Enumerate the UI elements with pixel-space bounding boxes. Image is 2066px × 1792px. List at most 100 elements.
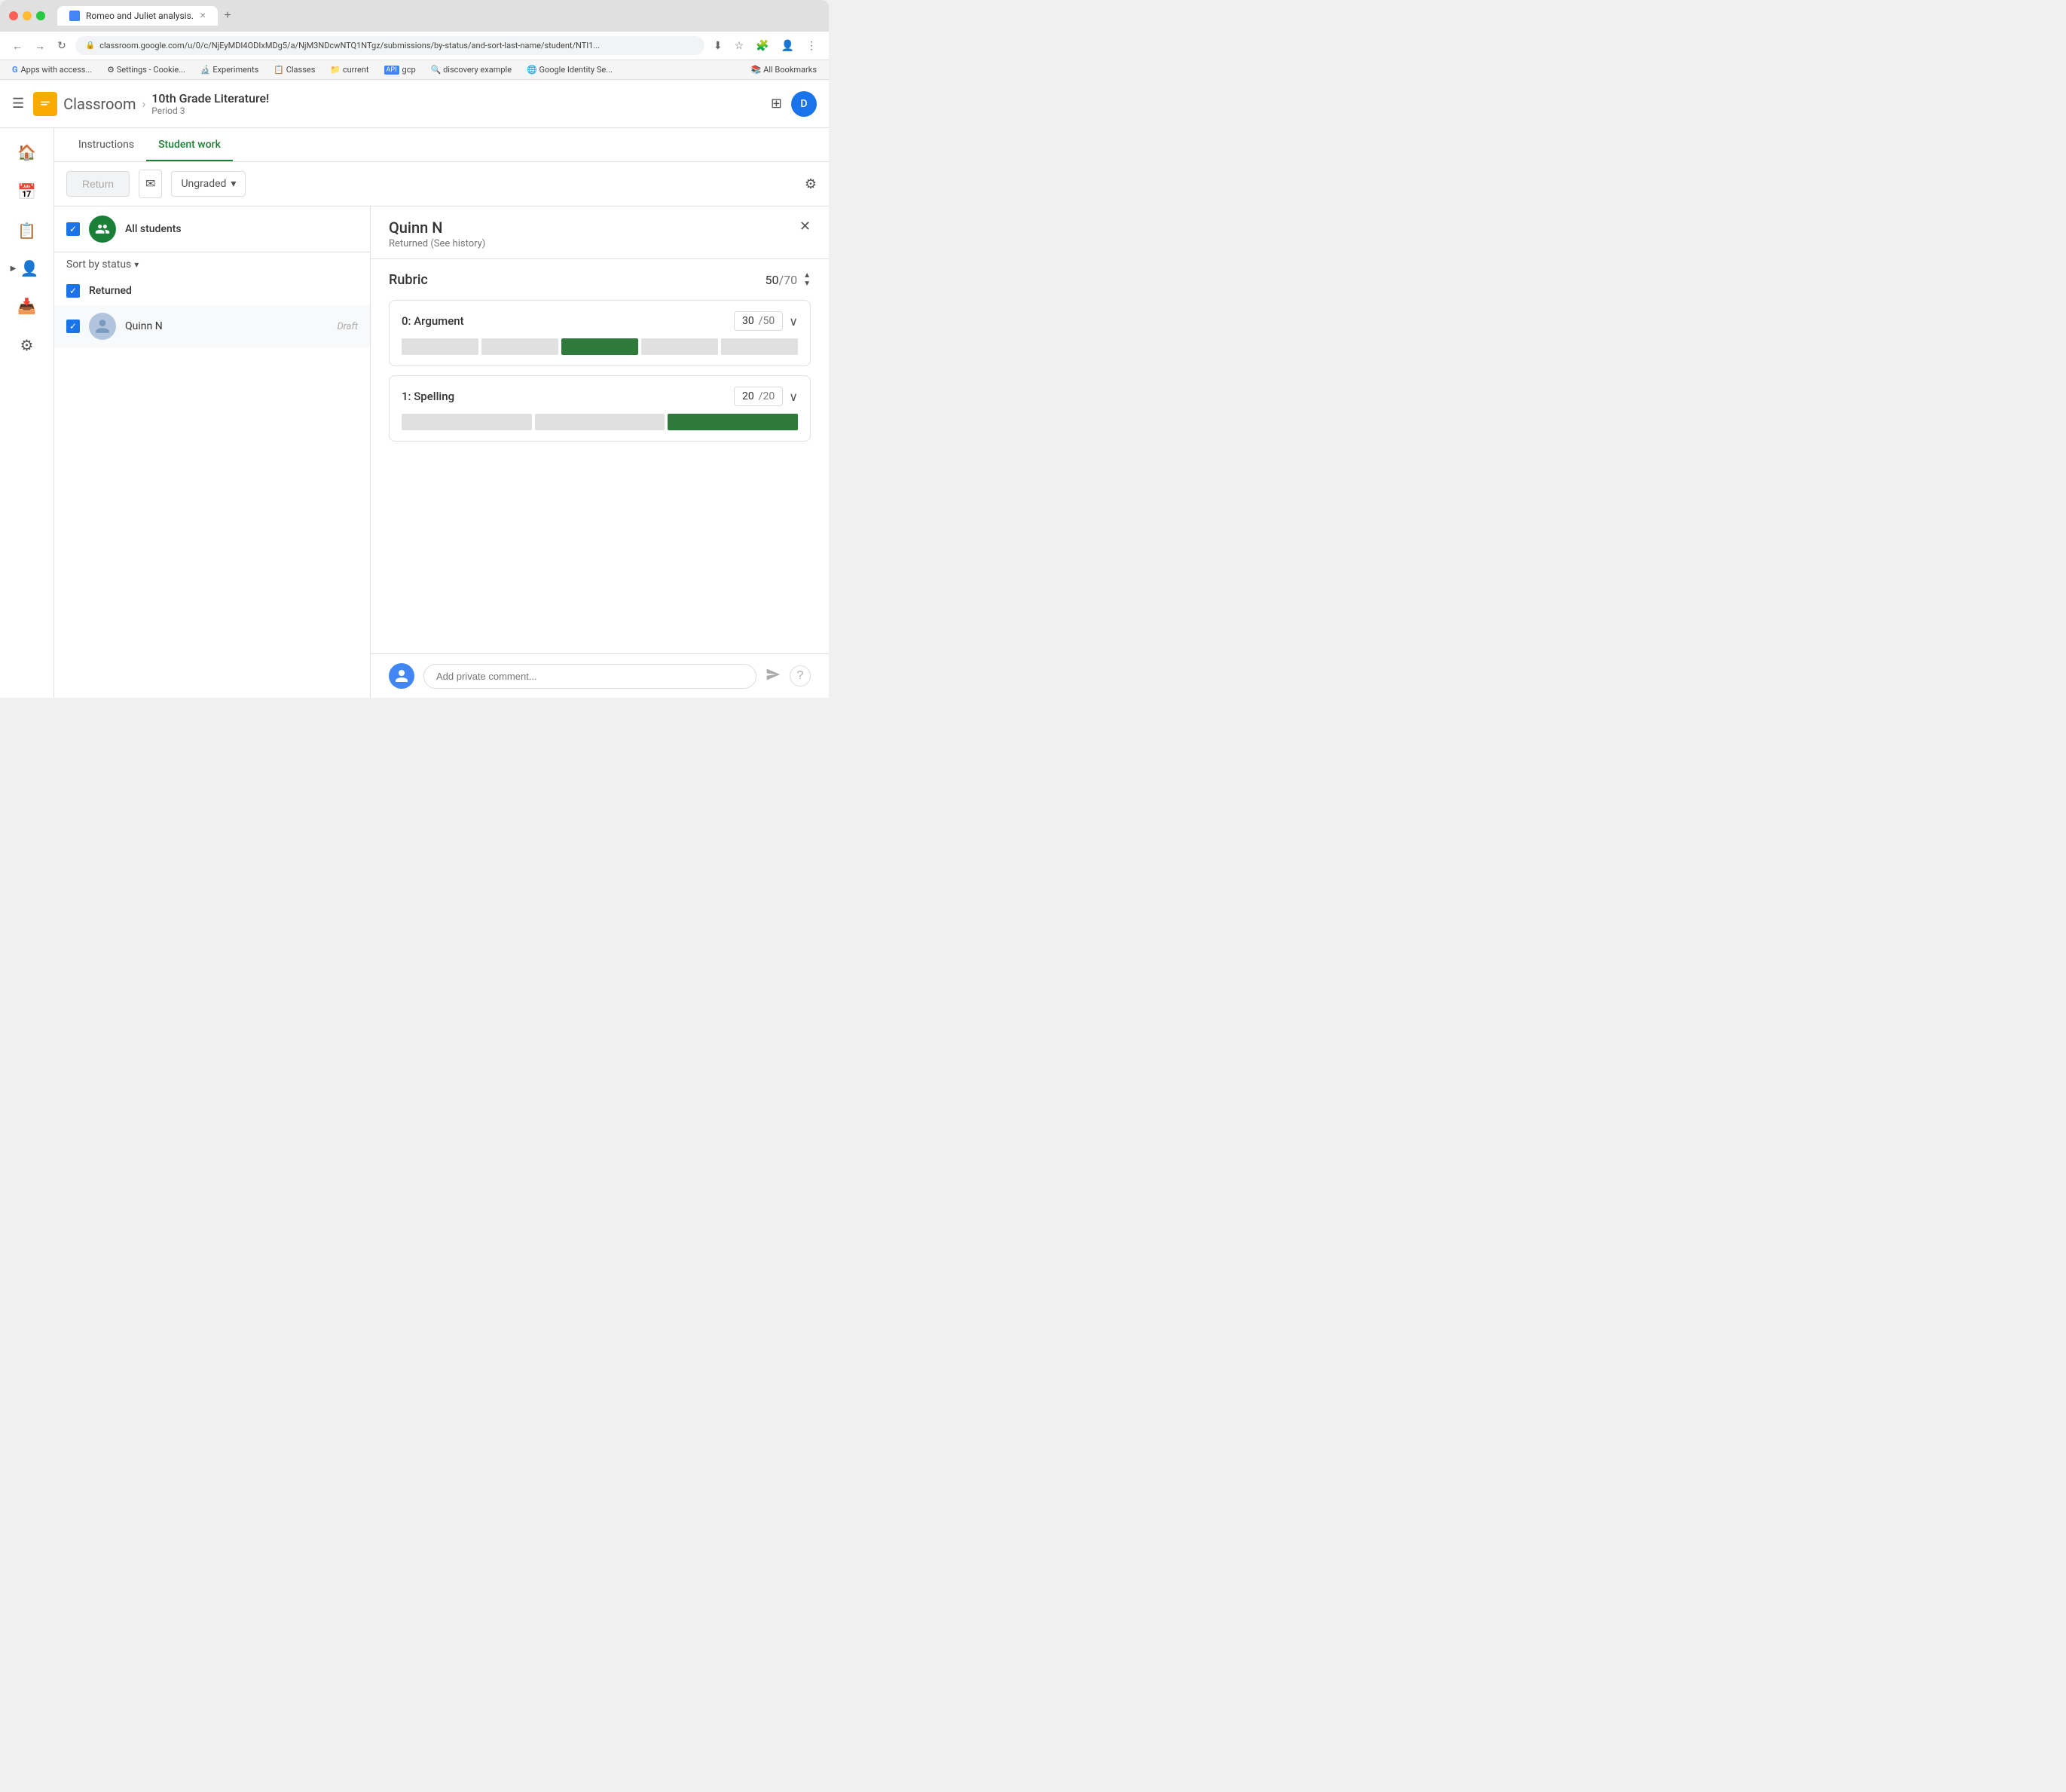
header-right: ⊞ D <box>771 91 817 117</box>
rubric-section: Rubric 50/70 ▲ ▼ <box>371 259 829 653</box>
menu-button[interactable]: ⋮ <box>803 36 820 55</box>
criterion-spelling-bar <box>402 414 798 430</box>
toolbar-settings-icon[interactable]: ⚙ <box>805 176 817 192</box>
user-avatar[interactable]: D <box>791 91 817 117</box>
email-button[interactable]: ✉ <box>139 170 162 198</box>
checkbox-check-icon: ✓ <box>69 224 77 234</box>
new-tab-button[interactable]: + <box>218 6 237 26</box>
minimize-traffic-light[interactable] <box>23 11 32 20</box>
comment-area: ? <box>371 653 829 698</box>
stepper-up-icon[interactable]: ▲ <box>803 271 811 280</box>
spelling-bar-seg-1 <box>535 414 665 430</box>
criterion-spelling-header: 1: Spelling 20/20 ∨ <box>402 387 798 406</box>
spelling-bar-seg-2-active[interactable] <box>668 414 798 430</box>
comment-input[interactable] <box>423 664 756 689</box>
criterion-spelling-expand-icon[interactable]: ∨ <box>789 390 798 404</box>
bookmark-apps[interactable]: G Apps with access... <box>9 63 95 76</box>
content-area: Instructions Student work Return ✉ Ungra… <box>54 128 829 698</box>
criterion-argument-expand-icon[interactable]: ∨ <box>789 314 798 329</box>
bookmark-button[interactable]: ☆ <box>732 36 747 55</box>
sort-dropdown-arrow-icon[interactable]: ▾ <box>134 259 139 270</box>
tab-student-work[interactable]: Student work <box>146 128 233 161</box>
sidebar-item-settings[interactable]: ⚙ <box>9 327 45 363</box>
profile-button[interactable]: 👤 <box>778 36 797 55</box>
all-students-label: All students <box>125 223 182 235</box>
browser-nav: ← → ↻ 🔒 classroom.google.com/u/0/c/NjEyM… <box>0 32 829 60</box>
bar-seg-2-active[interactable] <box>561 338 638 355</box>
hamburger-menu[interactable]: ☰ <box>12 96 24 112</box>
sidebar-item-archive[interactable]: 📥 <box>9 288 45 324</box>
app-header: ☰ Classroom › 10th Grade Literature! Per… <box>0 80 829 128</box>
returned-checkbox-check-icon: ✓ <box>69 286 77 296</box>
course-title[interactable]: 10th Grade Literature! <box>151 91 269 106</box>
dropdown-arrow-icon: ▾ <box>231 178 236 190</box>
criterion-spelling-name: 1: Spelling <box>402 390 454 403</box>
quinn-checkbox-check-icon: ✓ <box>69 321 77 332</box>
bookmark-discovery[interactable]: 🔍 discovery example <box>428 63 515 76</box>
sidebar-item-assignments[interactable]: 📋 <box>9 213 45 249</box>
sidebar-people-expand[interactable]: ▶ 👤 <box>8 252 47 285</box>
refresh-button[interactable]: ↻ <box>54 36 69 55</box>
google-apps-icon[interactable]: ⊞ <box>771 96 782 112</box>
stepper-down-icon[interactable]: ▼ <box>803 280 811 288</box>
sidebar-item-home[interactable]: 🏠 <box>9 134 45 170</box>
bookmark-classes[interactable]: 📋 Classes <box>270 63 318 76</box>
app: ☰ Classroom › 10th Grade Literature! Per… <box>0 80 829 698</box>
sort-by-label[interactable]: Sort by status <box>66 258 131 271</box>
bookmark-google-identity[interactable]: 🌐 Google Identity Se... <box>524 63 616 76</box>
all-students-checkbox[interactable]: ✓ <box>66 222 80 236</box>
breadcrumb-separator: › <box>142 96 145 111</box>
bar-seg-1 <box>481 338 558 355</box>
two-panel-layout: ✓ All students Sort by status <box>54 206 829 698</box>
student-row-quinn[interactable]: ✓ Quinn N Draft <box>54 305 370 347</box>
student-detail-status: Returned (See history) <box>389 238 485 249</box>
student-detail-name: Quinn N <box>389 219 485 237</box>
bookmark-experiments[interactable]: 🔬 Experiments <box>197 63 261 76</box>
bookmark-all[interactable]: 📚 All Bookmarks <box>748 63 820 76</box>
criterion-spelling: 1: Spelling 20/20 ∨ <box>389 375 811 442</box>
detail-close-button[interactable]: ✕ <box>799 219 811 234</box>
lock-icon: 🔒 <box>86 41 95 50</box>
download-button[interactable]: ⬇ <box>711 36 726 55</box>
quinn-name: Quinn N <box>125 320 328 332</box>
criterion-argument-header: 0: Argument 30/50 ∨ <box>402 311 798 331</box>
browser-titlebar: Romeo and Juliet analysis. ✕ + <box>0 0 829 32</box>
tab-close-button[interactable]: ✕ <box>200 12 206 20</box>
all-students-row[interactable]: ✓ All students <box>54 206 370 252</box>
bookmarks-bar: G Apps with access... ⚙ Settings - Cooki… <box>0 60 829 80</box>
criterion-argument-score: 30/50 <box>734 311 783 331</box>
bookmark-settings[interactable]: ⚙ Settings - Cookie... <box>104 63 188 76</box>
returned-status-label: Returned <box>89 285 132 297</box>
back-button[interactable]: ← <box>9 37 26 55</box>
criterion-argument-score-area: 30/50 ∨ <box>734 311 798 331</box>
bookmark-gcp[interactable]: API gcp <box>381 63 419 76</box>
returned-section: ✓ Returned ✓ <box>54 277 370 347</box>
comment-user-avatar <box>389 663 414 689</box>
help-button[interactable]: ? <box>790 665 811 687</box>
rubric-header: Rubric 50/70 ▲ ▼ <box>389 271 811 288</box>
url-bar[interactable]: 🔒 classroom.google.com/u/0/c/NjEyMDI4ODI… <box>75 36 704 55</box>
sidebar-item-people[interactable]: 👤 <box>16 255 43 282</box>
student-detail-panel: Quinn N Returned (See history) ✕ Rubric <box>371 206 829 698</box>
bookmark-current[interactable]: 📁 current <box>327 63 371 76</box>
send-comment-button[interactable] <box>766 667 781 686</box>
quinn-checkbox[interactable]: ✓ <box>66 320 80 333</box>
sidebar-item-calendar[interactable]: 📅 <box>9 173 45 209</box>
sidebar: 🏠 📅 📋 ▶ 👤 📥 ⚙ <box>0 128 54 698</box>
traffic-lights <box>9 11 45 20</box>
rubric-score-stepper[interactable]: ▲ ▼ <box>803 271 811 288</box>
returned-header: ✓ Returned <box>54 277 370 305</box>
forward-button[interactable]: → <box>32 37 48 55</box>
tab-instructions[interactable]: Instructions <box>66 128 146 161</box>
active-tab[interactable]: Romeo and Juliet analysis. ✕ <box>57 6 218 26</box>
return-button[interactable]: Return <box>66 171 130 197</box>
maximize-traffic-light[interactable] <box>36 11 45 20</box>
returned-checkbox[interactable]: ✓ <box>66 284 80 298</box>
close-traffic-light[interactable] <box>9 11 18 20</box>
criterion-spelling-score: 20/20 <box>734 387 783 406</box>
course-info: 10th Grade Literature! Period 3 <box>151 91 269 116</box>
grade-filter-dropdown[interactable]: Ungraded ▾ <box>171 171 246 197</box>
app-body: 🏠 📅 📋 ▶ 👤 📥 ⚙ Instructions S <box>0 128 829 698</box>
criterion-argument: 0: Argument 30/50 ∨ <box>389 300 811 366</box>
extensions-button[interactable]: 🧩 <box>753 36 772 55</box>
